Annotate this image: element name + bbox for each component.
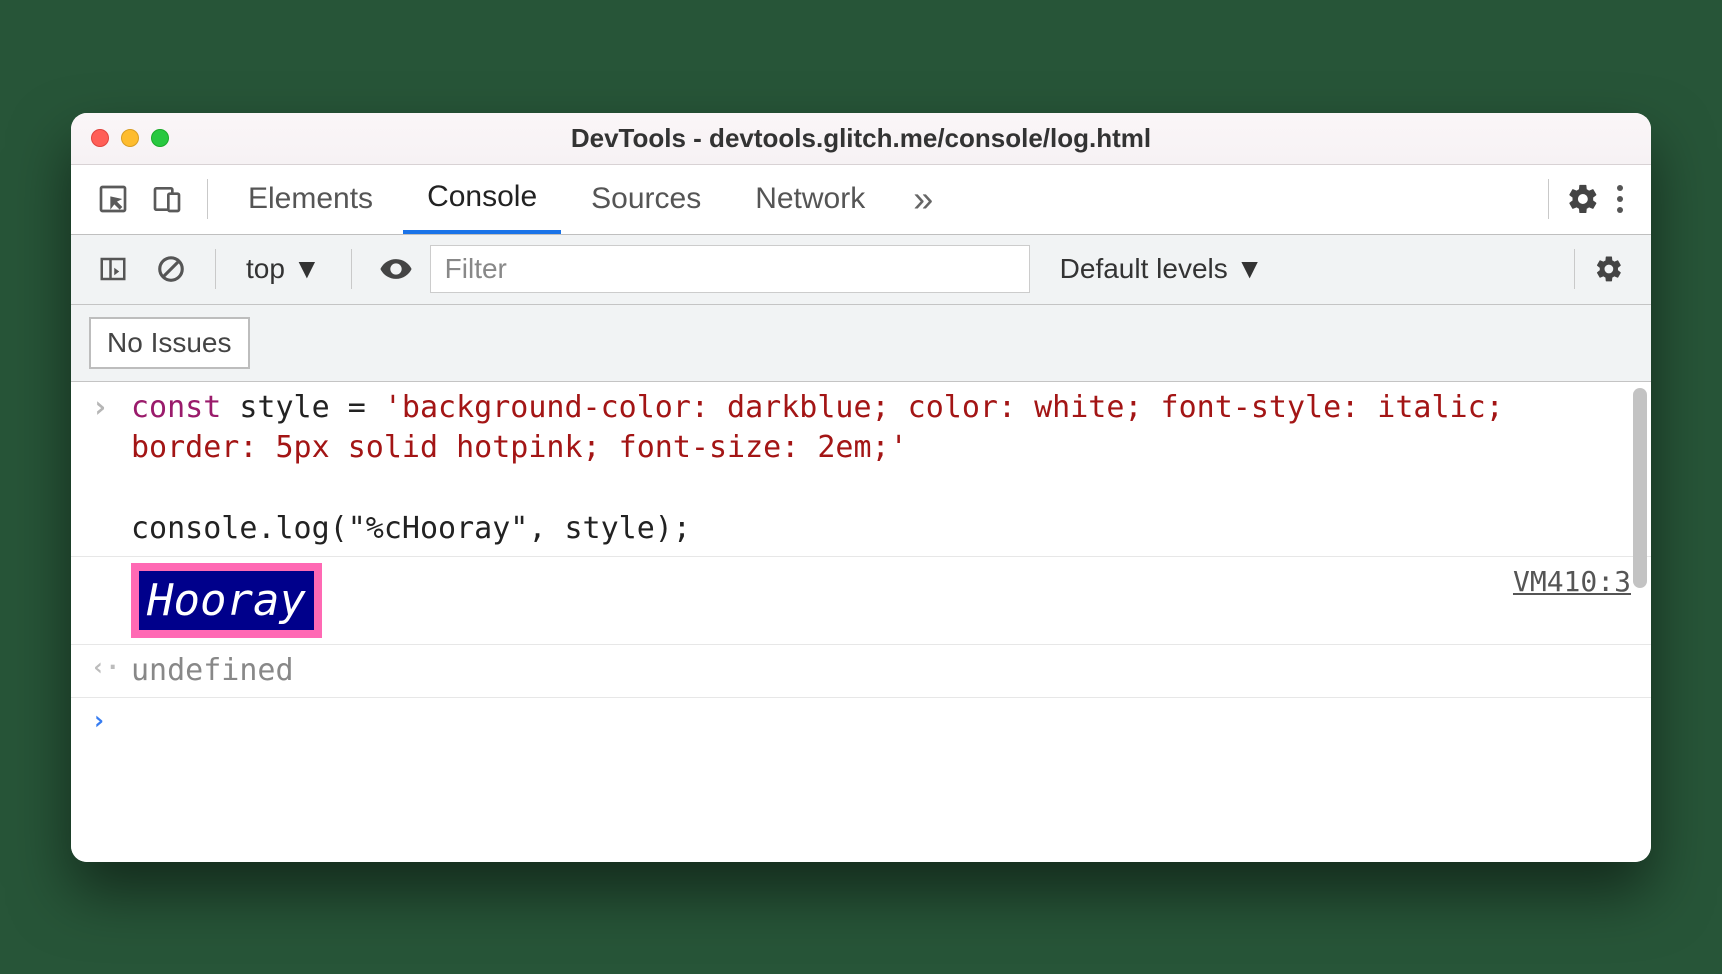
source-link[interactable]: VM410:3 <box>1493 563 1631 638</box>
token-plain: style = <box>221 390 384 425</box>
return-text: undefined <box>131 651 1631 692</box>
chevron-down-icon: ▼ <box>293 253 321 285</box>
devtools-window: DevTools - devtools.glitch.me/console/lo… <box>71 113 1651 862</box>
divider <box>215 249 216 289</box>
context-label: top <box>246 253 285 285</box>
divider <box>1574 249 1575 289</box>
filter-input[interactable] <box>430 245 1030 293</box>
log-levels-selector[interactable]: Default levels ▼ <box>1060 253 1264 285</box>
styled-log-text: Hooray <box>131 563 322 638</box>
device-toolbar-icon[interactable] <box>143 175 191 223</box>
divider <box>1548 179 1549 219</box>
context-selector[interactable]: top ▼ <box>236 253 331 285</box>
chevron-down-icon: ▼ <box>1236 253 1264 285</box>
inspect-element-icon[interactable] <box>89 175 137 223</box>
divider <box>351 249 352 289</box>
console-log-output: Hooray VM410:3 <box>71 557 1651 645</box>
levels-label: Default levels <box>1060 253 1228 285</box>
console-output: › const style = 'background-color: darkb… <box>71 382 1651 862</box>
divider <box>207 179 208 219</box>
settings-gear-icon[interactable] <box>1559 175 1607 223</box>
console-prompt[interactable]: › <box>71 698 1651 745</box>
window-titlebar: DevTools - devtools.glitch.me/console/lo… <box>71 113 1651 165</box>
code-entry[interactable]: const style = 'background-color: darkblu… <box>131 388 1631 550</box>
tab-elements[interactable]: Elements <box>224 164 397 234</box>
window-title: DevTools - devtools.glitch.me/console/lo… <box>71 123 1651 154</box>
return-arrow-icon: ‹· <box>91 651 131 692</box>
issues-bar: No Issues <box>71 305 1651 382</box>
issues-badge[interactable]: No Issues <box>89 317 250 369</box>
scrollbar[interactable] <box>1633 388 1647 588</box>
console-input-echo: › const style = 'background-color: darkb… <box>71 382 1651 557</box>
live-expression-eye-icon[interactable] <box>372 245 420 293</box>
input-chevron-icon: › <box>91 388 131 550</box>
token-keyword: const <box>131 390 221 425</box>
tab-sources[interactable]: Sources <box>567 164 725 234</box>
console-return-value: ‹· undefined <box>71 645 1651 699</box>
console-settings-gear-icon[interactable] <box>1585 245 1633 293</box>
console-toolbar: top ▼ Default levels ▼ <box>71 235 1651 305</box>
tab-console[interactable]: Console <box>403 164 561 234</box>
console-sidebar-toggle-icon[interactable] <box>89 245 137 293</box>
token-plain: console.log("%cHooray", style); <box>131 511 691 546</box>
more-options-icon[interactable] <box>1607 185 1633 213</box>
more-tabs-icon[interactable]: » <box>895 178 951 220</box>
prompt-chevron-icon: › <box>91 704 131 739</box>
tab-network[interactable]: Network <box>731 164 889 234</box>
devtools-tabbar: Elements Console Sources Network » <box>71 165 1651 235</box>
clear-console-icon[interactable] <box>147 245 195 293</box>
